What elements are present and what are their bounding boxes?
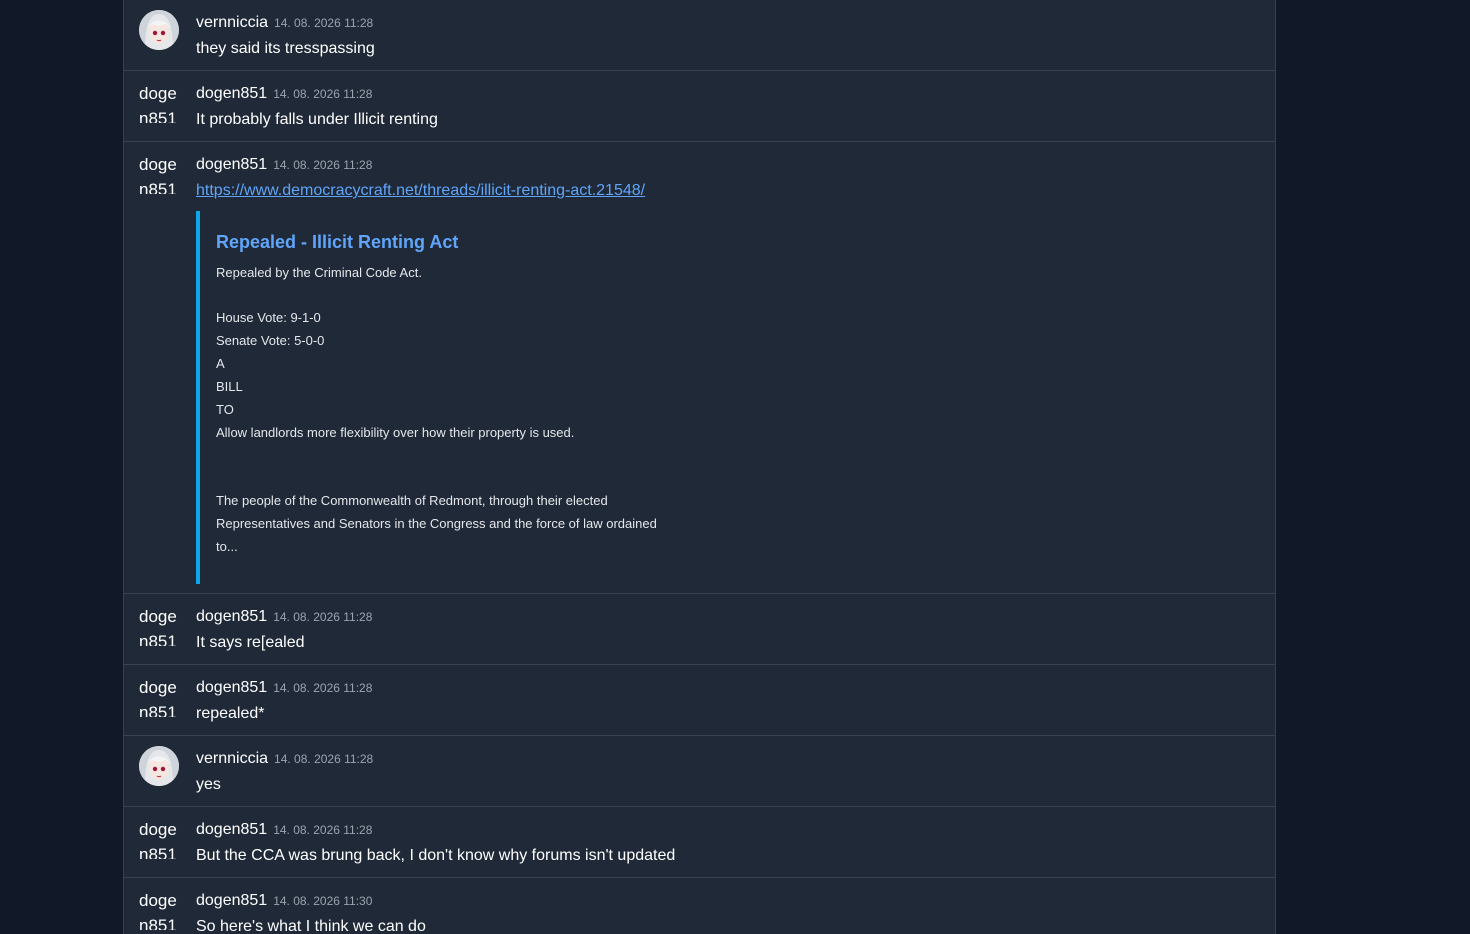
embed-title[interactable]: Repealed - Illicit Renting Act [216,229,658,255]
embed-line: to... [216,539,238,554]
embed-line: Representatives and Senators in the Cong… [216,516,657,531]
timestamp: 14. 08. 2026 11:28 [273,610,373,624]
timestamp: 14. 08. 2026 11:28 [273,681,373,695]
message: vernniccia 14. 08. 2026 11:28 they said i… [124,0,1275,70]
author-name[interactable]: dogen851 [196,679,267,696]
author-name[interactable]: vernniccia [196,750,268,767]
avatar[interactable] [139,10,181,52]
message: dogen851 avatar dogen851 14. 08. 2026 11:… [124,806,1275,877]
avatar[interactable]: dogen851 avatar [139,152,181,194]
author-name[interactable]: dogen851 [196,892,267,909]
embed-line: Repealed by the Criminal Code Act. [216,265,422,280]
avatar-alt-text: dogen851 avatar [139,607,177,646]
avatar[interactable]: dogen851 avatar [139,888,181,930]
embed-description: Repealed by the Criminal Code Act. House… [216,261,658,558]
message: dogen851 avatar dogen851 14. 08. 2026 11:… [124,70,1275,141]
message: dogen851 avatar dogen851 14. 08. 2026 11:… [124,593,1275,664]
author-name[interactable]: dogen851 [196,821,267,838]
author-name[interactable]: dogen851 [196,156,267,173]
chat-panel: vernniccia 14. 08. 2026 11:28 they said i… [123,0,1276,934]
message: vernniccia 14. 08. 2026 11:28 yes [124,735,1275,806]
message: dogen851 avatar dogen851 14. 08. 2026 11:… [124,877,1275,934]
author-name[interactable]: vernniccia [196,14,268,31]
timestamp: 14. 08. 2026 11:28 [273,87,373,101]
avatar-alt-text: dogen851 avatar [139,891,177,930]
embed-line: House Vote: 9-1-0 [216,310,321,325]
embed-line: TO [216,402,234,417]
avatar-alt-text: dogen851 avatar [139,678,177,717]
timestamp: 14. 08. 2026 11:30 [273,894,373,908]
message-link[interactable]: https://www.democracycraft.net/threads/i… [196,179,645,203]
embed-line: BILL [216,379,243,394]
avatar[interactable]: dogen851 avatar [139,817,181,859]
message-text: yes [196,776,221,793]
anime-avatar-icon [139,10,179,50]
author-name[interactable]: dogen851 [196,85,267,102]
message-text: But the CCA was brung back, I don't know… [196,847,676,864]
message-text: It says re[ealed [196,634,305,651]
message-text: So here's what I think we can do [196,918,426,934]
embed-line: Senate Vote: 5-0-0 [216,333,325,348]
author-name[interactable]: dogen851 [196,608,267,625]
avatar[interactable]: dogen851 avatar [139,81,181,123]
timestamp: 14. 08. 2026 11:28 [273,158,373,172]
timestamp: 14. 08. 2026 11:28 [274,752,374,766]
avatar[interactable]: dogen851 avatar [139,604,181,646]
avatar[interactable]: dogen851 avatar [139,675,181,717]
message-text: It probably falls under Illicit renting [196,111,438,128]
message-text: they said its tresspassing [196,40,375,57]
message: dogen851 avatar dogen851 14. 08. 2026 11:… [124,141,1275,593]
embed-line: A [216,356,225,371]
timestamp: 14. 08. 2026 11:28 [274,16,374,30]
avatar-alt-text: dogen851 avatar [139,820,177,859]
avatar[interactable] [139,746,181,788]
avatar-alt-text: dogen851 avatar [139,84,177,123]
embed-line: Allow landlords more flexibility over ho… [216,425,575,440]
avatar-alt-text: dogen851 avatar [139,155,177,194]
message-text: repealed* [196,705,265,722]
message: dogen851 avatar dogen851 14. 08. 2026 11:… [124,664,1275,735]
embed-line: The people of the Commonwealth of Redmon… [216,493,608,508]
timestamp: 14. 08. 2026 11:28 [273,823,373,837]
link-embed: Repealed - Illicit Renting Act Repealed … [196,211,676,584]
anime-avatar-icon [139,746,179,786]
